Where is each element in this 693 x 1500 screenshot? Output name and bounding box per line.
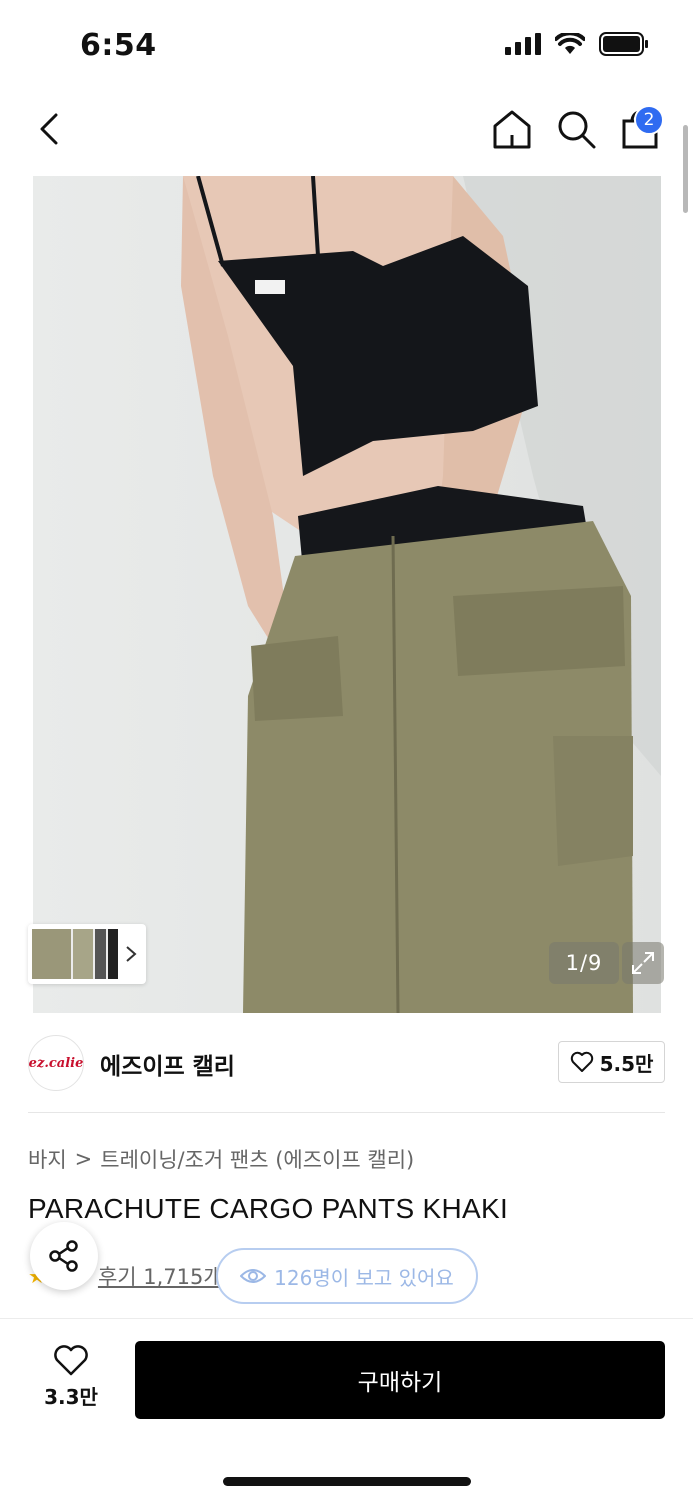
expand-icon: [632, 952, 654, 974]
bottom-bar: 3.3만 구매하기: [0, 1318, 693, 1500]
product-title: PARACHUTE CARGO PANTS KHAKI: [28, 1193, 509, 1224]
battery-icon: [599, 32, 648, 56]
viewers-badge: 126명이 보고 있어요: [216, 1248, 478, 1304]
share-button[interactable]: [30, 1222, 98, 1290]
buy-button[interactable]: 구매하기: [135, 1341, 665, 1419]
eye-icon: [240, 1269, 267, 1283]
product-image[interactable]: [33, 176, 661, 1013]
breadcrumb-category[interactable]: 바지: [28, 1144, 67, 1174]
divider: [28, 1112, 665, 1113]
nav-bar: [0, 95, 693, 167]
like-button[interactable]: 3.3만: [30, 1345, 112, 1417]
brand-name[interactable]: 에즈이프 캘리: [100, 1047, 235, 1081]
brand-logo-text: ez.calie: [28, 1055, 84, 1071]
home-icon[interactable]: [490, 107, 534, 151]
scrollbar[interactable]: [683, 125, 688, 213]
chevron-right-icon: [126, 946, 137, 962]
wifi-icon: [555, 33, 585, 54]
heart-icon: [570, 1051, 593, 1072]
chevron-left-icon[interactable]: [30, 109, 70, 149]
brand-like-button[interactable]: 5.5만: [558, 1041, 665, 1083]
signal-icon: [505, 33, 541, 55]
expand-button[interactable]: [622, 942, 664, 984]
thumbnail-image: [32, 929, 118, 979]
share-icon: [49, 1240, 78, 1272]
breadcrumb-subcategory[interactable]: 트레이닝/조거 팬츠 (에즈이프 캘리): [100, 1144, 414, 1174]
cart-badge: 2: [634, 105, 664, 135]
heart-icon: [54, 1345, 88, 1376]
brand-row[interactable]: ez.calie 에즈이프 캘리 5.5만: [28, 1033, 665, 1093]
thumbnail-strip[interactable]: [28, 924, 146, 984]
image-counter: 1/9: [549, 942, 619, 984]
like-count: 3.3만: [44, 1385, 98, 1409]
brand-like-count: 5.5만: [599, 1051, 654, 1076]
breadcrumb: 바지 > 트레이닝/조거 팬츠 (에즈이프 캘리): [28, 1144, 414, 1174]
status-time: 6:54: [80, 28, 157, 63]
status-bar: 6:54: [0, 0, 693, 90]
viewers-text: 126명이 보고 있어요: [274, 1265, 454, 1290]
status-icons: [505, 32, 649, 56]
product-photo: [33, 176, 661, 1013]
search-icon[interactable]: [554, 107, 598, 151]
breadcrumb-separator: >: [74, 1147, 93, 1171]
home-indicator: [223, 1477, 471, 1486]
review-link[interactable]: 후기 1,715개: [98, 1261, 223, 1291]
brand-logo[interactable]: ez.calie: [28, 1035, 84, 1091]
